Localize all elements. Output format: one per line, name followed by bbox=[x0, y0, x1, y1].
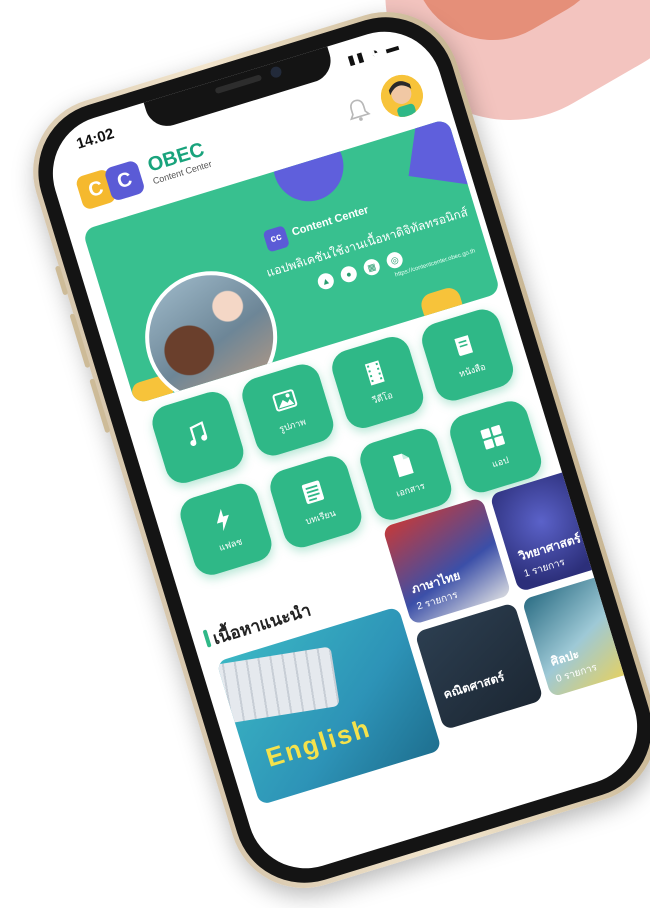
subject-card-art[interactable]: ศิลปะ 0 รายการ bbox=[521, 569, 650, 698]
category-tile-flash[interactable]: แฟลช bbox=[176, 479, 276, 580]
film-icon bbox=[364, 360, 385, 386]
music-icon bbox=[189, 421, 208, 447]
web-icon: ◎ bbox=[384, 250, 405, 271]
status-time: 14:02 bbox=[74, 125, 117, 153]
category-tile-video[interactable]: วีดีโอ bbox=[327, 332, 428, 433]
wifi-icon: ◔ bbox=[368, 43, 383, 61]
user-avatar[interactable] bbox=[375, 69, 429, 123]
category-label: บทเรียน bbox=[304, 507, 337, 527]
category-label: เอกสาร bbox=[394, 480, 426, 499]
category-tile-music[interactable] bbox=[147, 387, 248, 488]
category-label: รูปภาพ bbox=[277, 416, 308, 435]
banner-title: Content Center bbox=[290, 203, 370, 239]
category-label: วีดีโอ bbox=[370, 389, 394, 406]
speaker-grille bbox=[214, 74, 263, 95]
section-accent-bar bbox=[202, 629, 212, 648]
windows-icon: ▦ bbox=[361, 257, 382, 278]
battery-icon: ▬ bbox=[383, 37, 403, 57]
featured-title: English bbox=[262, 712, 375, 773]
phone-screen: 14:02 ▮▮ ◔ ▬ C C OBEC Content Center cc … bbox=[38, 17, 650, 883]
front-camera bbox=[269, 65, 283, 80]
android-icon: ▲ bbox=[315, 271, 336, 292]
signal-icon: ▮▮ bbox=[345, 48, 368, 68]
banner-shape bbox=[408, 118, 480, 185]
apple-icon: ● bbox=[338, 264, 359, 285]
category-tile-lesson[interactable]: บทเรียน bbox=[265, 451, 366, 552]
app-logo[interactable]: C C bbox=[74, 159, 146, 211]
list-icon bbox=[301, 480, 324, 504]
banner-url: https://contentcenter.obec.go.th bbox=[394, 248, 477, 279]
subject-name: คณิตศาสตร์ bbox=[441, 669, 507, 702]
category-label: หนังสือ bbox=[457, 361, 487, 380]
banner-app-icon: cc bbox=[262, 225, 291, 253]
notification-bell-icon[interactable] bbox=[344, 96, 372, 125]
category-tile-image[interactable]: รูปภาพ bbox=[237, 360, 338, 460]
image-icon bbox=[272, 389, 298, 412]
category-label: แฟลช bbox=[217, 536, 244, 553]
app-title-block: OBEC Content Center bbox=[145, 139, 213, 187]
book-icon bbox=[454, 335, 474, 356]
document-icon bbox=[392, 453, 414, 478]
phone-frame: 14:02 ▮▮ ◔ ▬ C C OBEC Content Center cc … bbox=[14, 0, 650, 907]
phone-bezel: 14:02 ▮▮ ◔ ▬ C C OBEC Content Center cc … bbox=[20, 0, 650, 901]
category-label: แอป bbox=[490, 454, 510, 470]
category-tile-book[interactable]: หนังสือ bbox=[417, 305, 518, 405]
subject-card-math[interactable]: คณิตศาสตร์ bbox=[414, 602, 544, 731]
status-icons: ▮▮ ◔ ▬ bbox=[346, 38, 403, 69]
flash-icon bbox=[216, 508, 229, 532]
keyboard-illustration bbox=[216, 646, 340, 725]
apps-icon bbox=[480, 425, 505, 450]
